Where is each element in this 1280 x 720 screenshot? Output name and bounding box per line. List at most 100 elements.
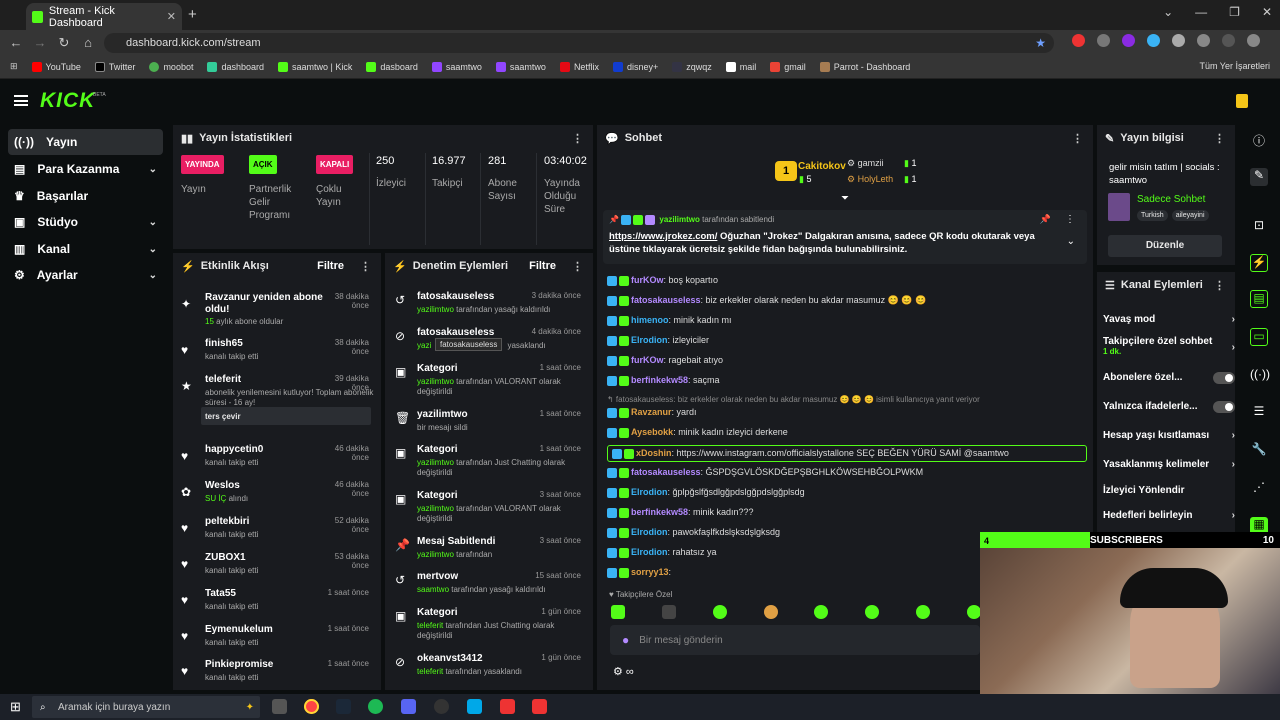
chat-username[interactable]: xDoshin [636,448,672,458]
sidebar-item-studyo[interactable]: ▣ Stüdyo ⌄ [8,209,163,235]
more-vertical-icon[interactable]: ⋮ [1214,132,1225,145]
document-icon[interactable]: ▤ [1250,290,1268,308]
emote-icon[interactable] [966,605,981,619]
wrench-icon[interactable]: 🔧 [1250,442,1268,460]
crop-icon[interactable]: ⊡ [1250,218,1268,236]
emote-icon[interactable] [611,605,625,619]
collapse-icon[interactable]: ⏷ [841,193,849,204]
windows-start-icon[interactable]: ⊞ [10,699,21,715]
more-vertical-icon[interactable]: ⋮ [1214,279,1225,292]
pinned-link[interactable]: https://www.jrokez.com/ [609,231,717,242]
share-icon[interactable]: ⋰ [1250,480,1268,498]
chat-username[interactable]: fatosakauseless [631,467,701,477]
new-tab-button[interactable]: + [188,6,197,23]
reload-icon[interactable]: ↻ [52,35,76,51]
chat-username[interactable]: furKOw [631,355,664,365]
chat-username[interactable]: furKOw [631,275,664,285]
goals-row[interactable]: Hedefleri belirleyin › [1103,510,1235,521]
close-tab-icon[interactable]: ✕ [167,10,176,23]
discord-icon[interactable] [401,699,416,714]
chat-settings-icon[interactable]: ⚙ ∞ [613,665,634,678]
more-vertical-icon[interactable]: ⋮ [572,260,583,273]
home-icon[interactable]: ⌂ [76,35,100,50]
more-vertical-icon[interactable]: ⋮ [572,132,583,145]
chevron-down-icon[interactable]: ⌄ [1163,5,1173,19]
chevron-down-icon[interactable]: ⌄ [1067,236,1075,247]
chat-username[interactable]: Ravzanur [631,407,672,417]
sidebar-item-basarilar[interactable]: ♛ Başarılar [8,183,163,209]
app-icon[interactable] [500,699,515,714]
info-icon[interactable]: ⓘ [1250,132,1268,150]
chat-icon[interactable]: ▭ [1250,328,1268,346]
lightning-icon[interactable]: ⚡ [1250,254,1268,272]
chat-username[interactable]: Elrodion [631,527,668,537]
raid-row[interactable]: İzleyici Yönlendir [1103,485,1227,496]
banned-words-row[interactable]: Yasaklanmış kelimeler › [1103,459,1235,470]
category-link[interactable]: Sadece Sohbet [1137,194,1205,205]
bookmark-saamtwo-2[interactable]: saamtwo [495,61,546,72]
chrome-icon[interactable] [304,699,319,714]
chat-username[interactable]: Aysebokk [631,427,673,437]
avatar[interactable] [1222,34,1235,47]
list-icon[interactable]: ☰ [1250,404,1268,422]
chat-username[interactable]: sorryy13 [631,567,669,577]
tag[interactable]: Turkish [1137,210,1168,221]
bookmark-saamtwo-kick[interactable]: saamtwo | Kick [278,61,352,72]
account-age-row[interactable]: Hesap yaşı kısıtlaması › [1103,430,1235,441]
mic-icon[interactable]: ● [622,633,629,647]
bookmark-twitter[interactable]: Twitter [94,61,135,72]
chat-input[interactable]: ● Bir mesaj gönderin [610,625,980,655]
emote-icon[interactable] [814,605,829,619]
chat-username[interactable]: fatosakauseless [631,295,701,305]
emotes-only-toggle[interactable] [1213,401,1235,413]
spotify-icon[interactable] [368,699,383,714]
bookmark-mail[interactable]: mail [725,61,756,72]
filter-button[interactable]: Filtre [317,260,344,272]
bookmark-zqwqz[interactable]: zqwqz [672,61,712,72]
extension-icon[interactable] [1122,34,1135,47]
more-vertical-icon[interactable]: ⋮ [360,260,371,273]
back-icon[interactable]: ← [4,35,28,50]
star-icon[interactable]: ★ [1035,36,1046,50]
all-bookmarks[interactable]: Tüm Yer İşaretleri [1199,61,1270,71]
bookmark-dasboard[interactable]: dasboard [366,61,418,72]
filter-button[interactable]: Filtre [529,260,556,272]
sidebar-item-para-kazanma[interactable]: ▤ Para Kazanma ⌄ [8,156,163,182]
restore-icon[interactable]: ❐ [1229,5,1240,19]
browser-tab[interactable]: Stream - Kick Dashboard ✕ [26,3,182,30]
user-avatar[interactable] [1236,94,1248,108]
subs-only-toggle[interactable] [1213,372,1235,384]
apps-grid-icon[interactable]: ⊞ [10,61,18,72]
emote-icon[interactable] [916,605,931,619]
chat-username[interactable]: Elrodion [631,547,668,557]
bookmark-gmail[interactable]: gmail [770,61,806,72]
extension-icon[interactable] [1097,34,1110,47]
slow-mode-row[interactable]: Yavaş mod › [1103,314,1235,325]
bookmark-netflix[interactable]: Netflix [559,61,599,72]
hamburger-menu-icon[interactable] [14,95,28,106]
bookmark-parrot[interactable]: Parrot - Dashboard [819,61,910,72]
url-field[interactable]: dashboard.kick.com/stream ★ [104,33,1054,53]
sidebar-item-ayarlar[interactable]: ⚙ Ayarlar ⌄ [8,262,163,288]
bookmark-dashboard[interactable]: dashboard [207,61,264,72]
bookmark-saamtwo[interactable]: saamtwo [431,61,482,72]
unpin-icon[interactable]: 📌 [1040,214,1051,225]
history-icon[interactable] [1197,34,1210,47]
chat-username[interactable]: Elrodion [631,487,668,497]
close-icon[interactable]: ✕ [1262,5,1272,19]
bookmark-youtube[interactable]: YouTube [31,61,81,72]
sidebar-item-kanal[interactable]: ▥ Kanal ⌄ [8,236,163,262]
translate-icon[interactable] [1147,34,1160,47]
sidebar-item-yayin[interactable]: ((·)) Yayın [8,129,163,155]
forward-icon[interactable]: → [28,35,52,50]
minimize-icon[interactable]: — [1195,5,1207,19]
bookmark-disney[interactable]: disney+ [612,61,658,72]
emote-icon[interactable] [712,605,727,619]
emote-icon[interactable] [865,605,880,619]
tag[interactable]: aileyayini [1171,210,1209,221]
edit-button[interactable]: Düzenle [1108,235,1222,257]
obs-icon[interactable] [434,699,449,714]
task-view-icon[interactable] [272,699,287,714]
chat-username[interactable]: berfinkekw58 [631,507,688,517]
kick-logo[interactable]: KICK [40,89,95,113]
